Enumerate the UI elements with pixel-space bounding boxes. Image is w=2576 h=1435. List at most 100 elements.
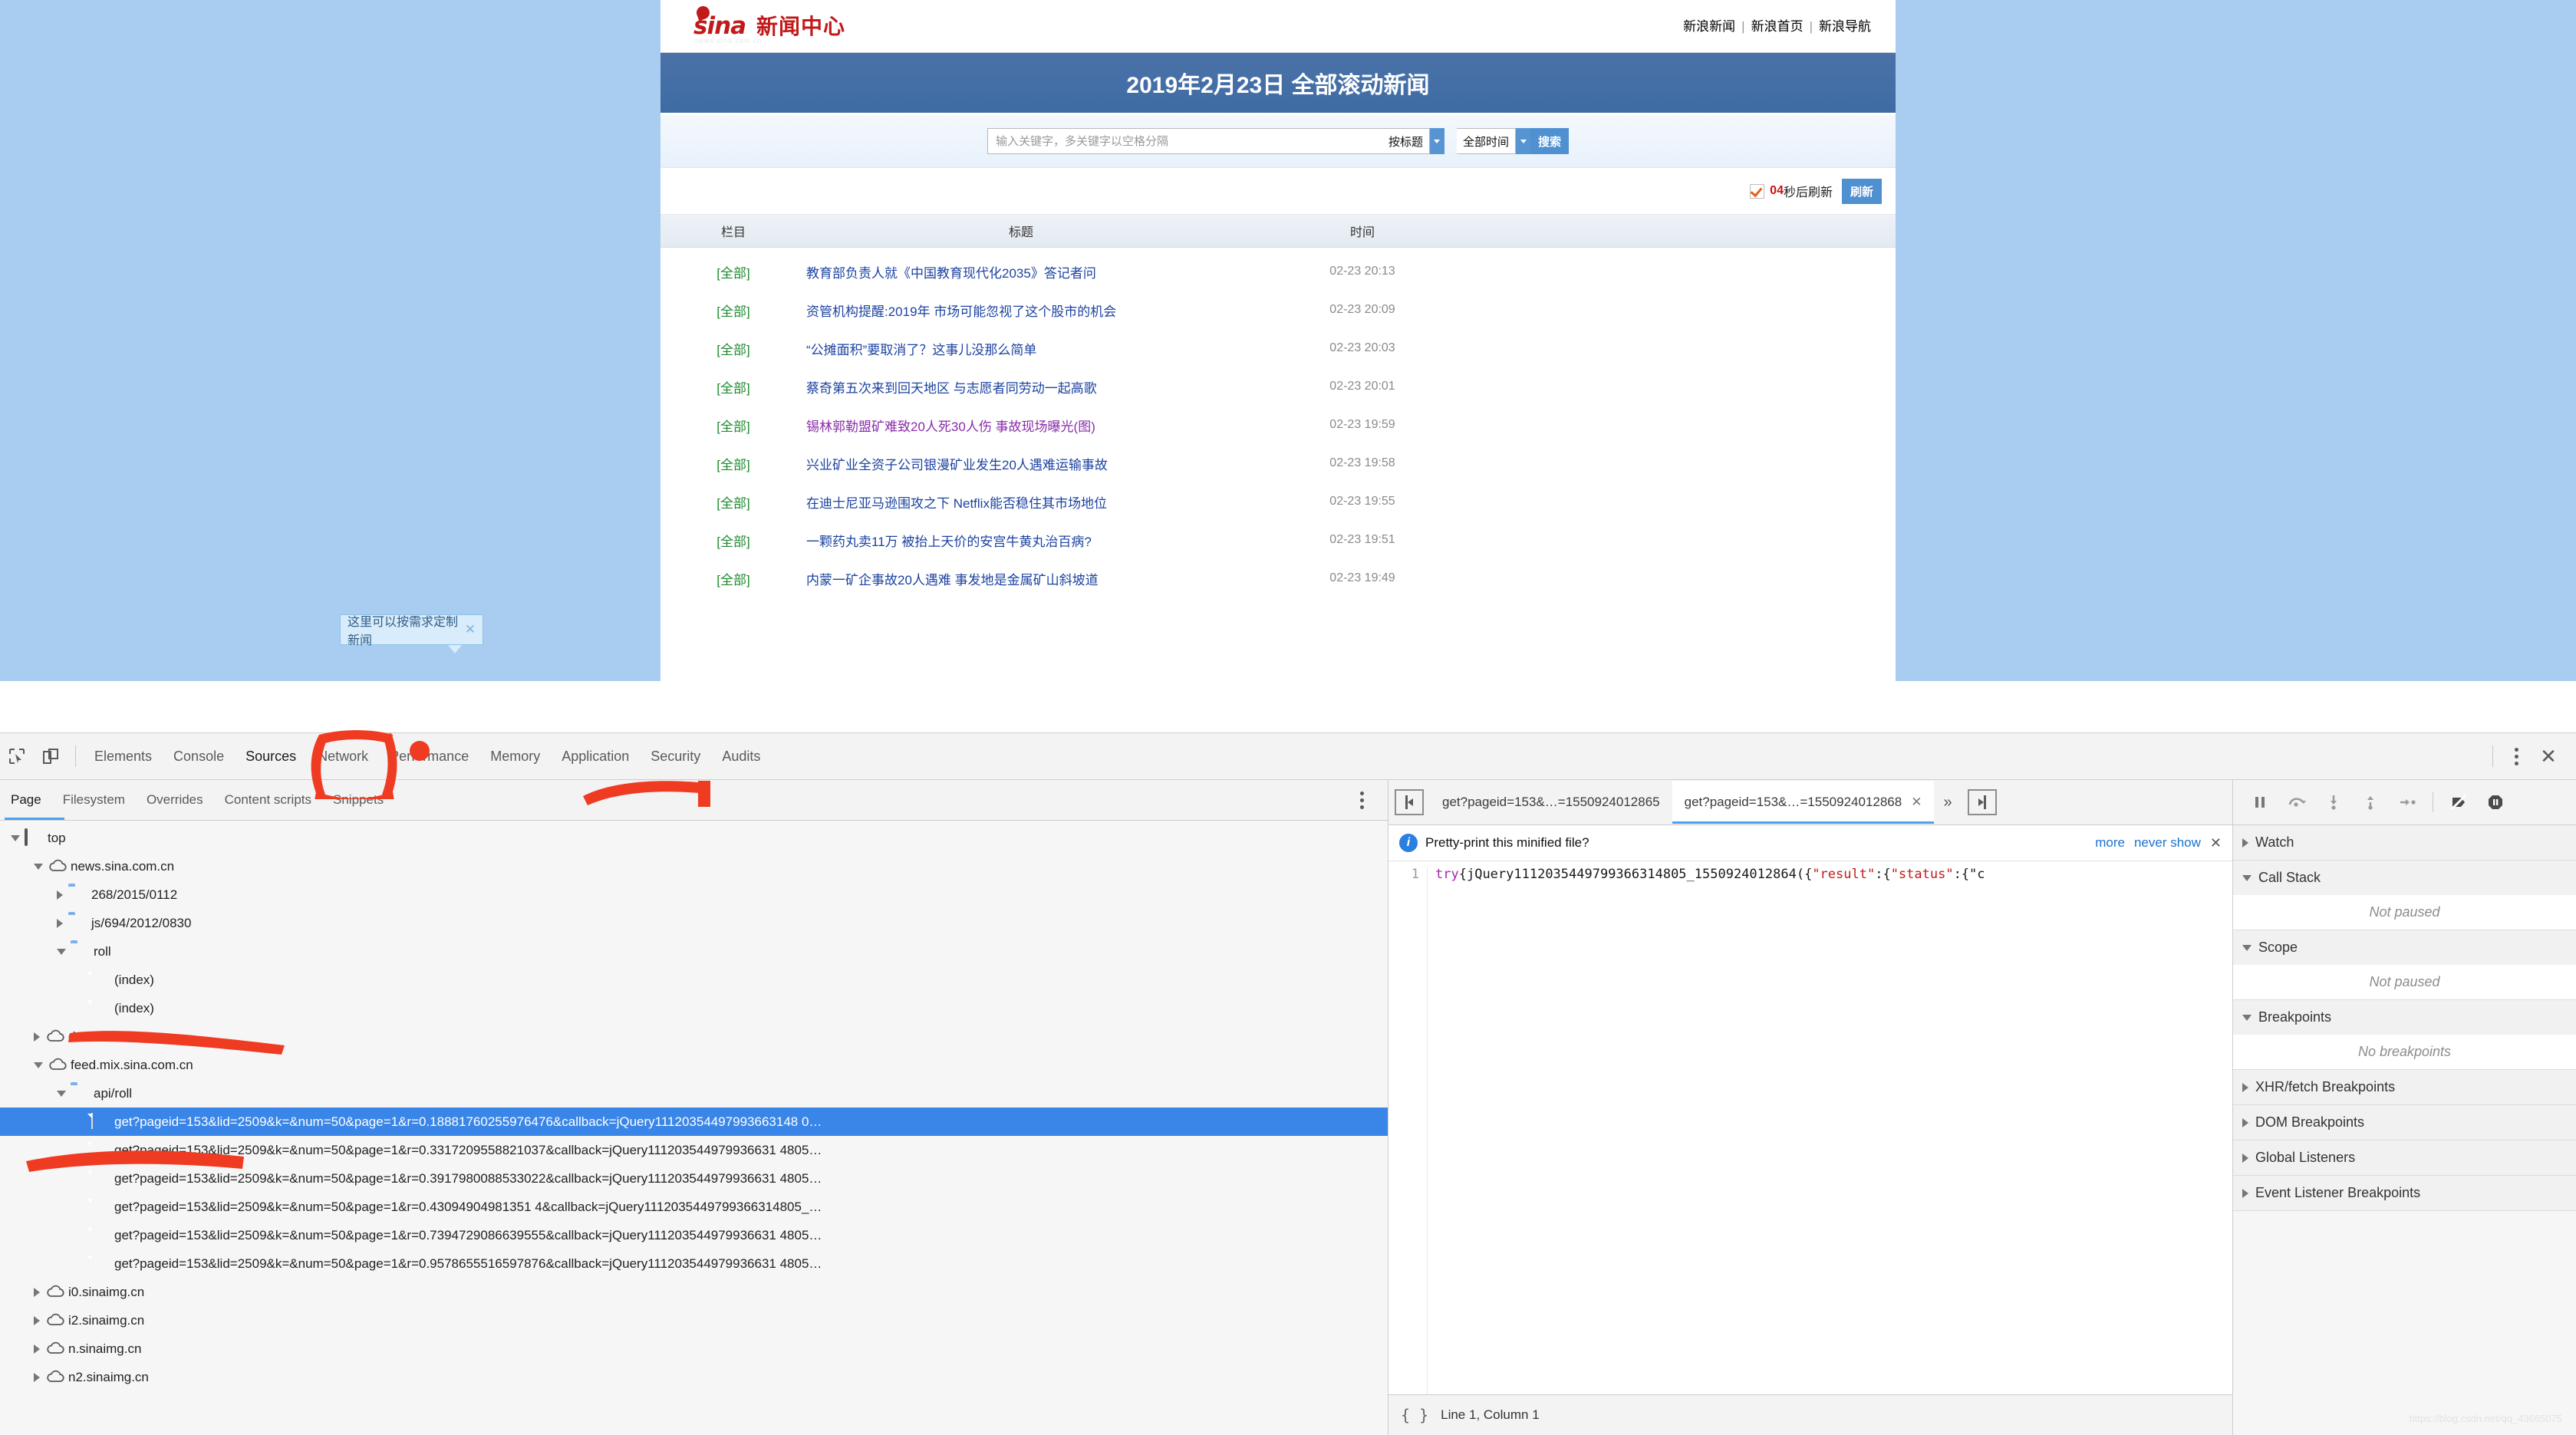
- expand-triangle-icon[interactable]: [34, 1061, 43, 1068]
- expand-triangle-icon[interactable]: [2242, 944, 2252, 951]
- news-title-link[interactable]: 锡林郭勒盟矿难致20人死30人伤 事故现场曝光(图): [806, 416, 1236, 435]
- file-tree-row[interactable]: i0.sinaimg.cn: [0, 1278, 1388, 1306]
- collapse-triangle-icon[interactable]: [2242, 1082, 2248, 1092]
- collapse-triangle-icon[interactable]: [2242, 1153, 2248, 1163]
- debugger-section-header[interactable]: Breakpoints: [2233, 1000, 2576, 1035]
- expand-triangle-icon[interactable]: [11, 834, 20, 841]
- debugger-section-header[interactable]: Event Listener Breakpoints: [2233, 1176, 2576, 1210]
- news-title-link[interactable]: 教育部负责人就《中国教育现代化2035》答记者问: [806, 262, 1236, 281]
- sina-logo[interactable]: sina 新闻中心 news.sina.com.cn: [680, 4, 902, 46]
- file-tree-row[interactable]: roll: [0, 937, 1388, 966]
- search-time-select[interactable]: 全部时间: [1456, 128, 1516, 154]
- debugger-section-header[interactable]: Watch: [2233, 825, 2576, 860]
- news-row[interactable]: [全部] 蔡奇第五次来到回天地区 与志愿者同劳动一起高歌 02-23 20:01: [660, 367, 1896, 406]
- collapse-triangle-icon[interactable]: [34, 1315, 40, 1325]
- editor-tab[interactable]: get?pageid=153&…=1550924012868 ✕: [1672, 781, 1935, 824]
- expand-triangle-icon[interactable]: [57, 1090, 66, 1097]
- collapse-triangle-icon[interactable]: [34, 1344, 40, 1354]
- news-row[interactable]: [全部] 在迪士尼亚马逊围攻之下 Netflix能否稳住其市场地位 02-23 19…: [660, 482, 1896, 521]
- collapse-triangle-icon[interactable]: [2242, 838, 2248, 848]
- nav-link-2[interactable]: 新浪导航: [1816, 19, 1874, 34]
- news-row[interactable]: [全部] 教育部负责人就《中国教育现代化2035》答记者问 02-23 20:13: [660, 252, 1896, 291]
- expand-triangle-icon[interactable]: [2242, 1014, 2252, 1021]
- devtools-tab-audits[interactable]: Audits: [711, 734, 771, 778]
- news-row[interactable]: [全部] 资管机构提醒:2019年 市场可能忽视了这个股市的机会 02-23 20:…: [660, 291, 1896, 329]
- file-tree-row[interactable]: n2.sinaimg.cn: [0, 1363, 1388, 1391]
- auto-refresh-checkbox[interactable]: [1750, 183, 1765, 199]
- navigator-subtab-snippets[interactable]: Snippets: [322, 781, 394, 819]
- devtools-tab-console[interactable]: Console: [163, 734, 235, 778]
- news-row[interactable]: [全部] 一颗药丸卖11万 被抬上天价的安宫牛黄丸治百病? 02-23 19:51: [660, 521, 1896, 559]
- debugger-section-header[interactable]: Call Stack: [2233, 861, 2576, 895]
- inspect-element-icon[interactable]: [0, 739, 34, 773]
- file-tree-row[interactable]: api/roll: [0, 1079, 1388, 1108]
- news-row[interactable]: [全部] 内蒙一矿企事故20人遇难 事发地是金属矿山斜坡道 02-23 19:49: [660, 559, 1896, 597]
- devtools-tab-performance[interactable]: Performance: [379, 734, 479, 778]
- file-tree-row[interactable]: (index): [0, 994, 1388, 1022]
- devtools-tab-application[interactable]: Application: [551, 734, 640, 778]
- file-tree-row[interactable]: get?pageid=153&lid=2509&k=&num=50&page=1…: [0, 1193, 1388, 1221]
- file-tree-row[interactable]: feed.mix.sina.com.cn: [0, 1051, 1388, 1079]
- devtools-tab-memory[interactable]: Memory: [479, 734, 551, 778]
- devtools-tab-elements[interactable]: Elements: [84, 734, 163, 778]
- file-tree-row[interactable]: (index): [0, 966, 1388, 994]
- step-over-icon[interactable]: [2279, 785, 2314, 819]
- editor-tab[interactable]: get?pageid=153&…=1550924012865: [1430, 781, 1672, 824]
- news-row[interactable]: [全部] 兴业矿业全资子公司银漫矿业发生20人遇难运输事故 02-23 19:58: [660, 444, 1896, 482]
- file-tree-row[interactable]: get?pageid=153&lid=2509&k=&num=50&page=1…: [0, 1221, 1388, 1249]
- navigator-subtab-overrides[interactable]: Overrides: [136, 781, 214, 819]
- collapse-triangle-icon[interactable]: [34, 1287, 40, 1297]
- toggle-device-toolbar-icon[interactable]: [34, 739, 68, 773]
- tooltip-close-icon[interactable]: ✕: [465, 622, 476, 637]
- news-title-link[interactable]: “公摊面积”要取消了？这事儿没那么简单: [806, 339, 1236, 358]
- navigator-subtab-page[interactable]: Page: [0, 781, 52, 819]
- expand-triangle-icon[interactable]: [34, 863, 43, 870]
- step-into-icon[interactable]: [2316, 785, 2351, 819]
- nav-link-1[interactable]: 新浪首页: [1748, 19, 1807, 34]
- devtools-tab-network[interactable]: Network: [307, 734, 379, 778]
- devtools-tab-security[interactable]: Security: [640, 734, 711, 778]
- collapse-triangle-icon[interactable]: [34, 1372, 40, 1382]
- file-tree-row[interactable]: get?pageid=153&lid=2509&k=&num=50&page=1…: [0, 1249, 1388, 1278]
- code-viewer[interactable]: 1 try{jQuery1112035449799366314805_15509…: [1388, 861, 2232, 1394]
- file-tree-row[interactable]: top: [0, 824, 1388, 852]
- pretty-print-never-show-link[interactable]: never show: [2134, 835, 2201, 851]
- collapse-triangle-icon[interactable]: [34, 1032, 40, 1042]
- news-title-link[interactable]: 蔡奇第五次来到回天地区 与志愿者同劳动一起高歌: [806, 377, 1236, 397]
- news-row[interactable]: [全部] 锡林郭勒盟矿难致20人死30人伤 事故现场曝光(图) 02-23 19:5…: [660, 406, 1896, 444]
- debugger-section-header[interactable]: Global Listeners: [2233, 1140, 2576, 1175]
- debugger-section-header[interactable]: DOM Breakpoints: [2233, 1105, 2576, 1140]
- file-tree-row[interactable]: d4.sina.com.cn: [0, 1022, 1388, 1051]
- search-time-chevron-down-icon[interactable]: [1516, 128, 1530, 154]
- pretty-print-close-icon[interactable]: ✕: [2210, 835, 2222, 851]
- file-tree-row[interactable]: get?pageid=153&lid=2509&k=&num=50&page=1…: [0, 1108, 1388, 1136]
- news-title-link[interactable]: 内蒙一矿企事故20人遇难 事发地是金属矿山斜坡道: [806, 569, 1236, 588]
- scroll-tabs-right-icon[interactable]: [1967, 789, 1997, 815]
- news-title-link[interactable]: 一颗药丸卖11万 被抬上天价的安宫牛黄丸治百病?: [806, 531, 1236, 550]
- news-row[interactable]: [全部] “公摊面积”要取消了？这事儿没那么简单 02-23 20:03: [660, 329, 1896, 367]
- editor-tab-close-icon[interactable]: ✕: [1911, 795, 1922, 810]
- file-tree-row[interactable]: js/694/2012/0830: [0, 909, 1388, 937]
- collapse-triangle-icon[interactable]: [57, 918, 63, 928]
- expand-triangle-icon[interactable]: [57, 948, 66, 955]
- file-tree-row[interactable]: get?pageid=153&lid=2509&k=&num=50&page=1…: [0, 1136, 1388, 1164]
- news-title-link[interactable]: 资管机构提醒:2019年 市场可能忽视了这个股市的机会: [806, 301, 1236, 320]
- navigator-more-options-icon[interactable]: [1346, 785, 1377, 815]
- editor-tabs-overflow-icon[interactable]: »: [1934, 794, 1961, 811]
- collapse-triangle-icon[interactable]: [2242, 1117, 2248, 1127]
- file-tree-row[interactable]: n.sinaimg.cn: [0, 1335, 1388, 1363]
- pretty-print-more-link[interactable]: more: [2095, 835, 2125, 851]
- collapse-triangle-icon[interactable]: [57, 890, 63, 900]
- pause-on-exceptions-icon[interactable]: [2478, 785, 2513, 819]
- close-devtools-icon[interactable]: ✕: [2532, 739, 2565, 773]
- expand-triangle-icon[interactable]: [2242, 874, 2252, 881]
- news-title-link[interactable]: 兴业矿业全资子公司银漫矿业发生20人遇难运输事故: [806, 454, 1236, 473]
- navigator-subtab-filesystem[interactable]: Filesystem: [52, 781, 136, 819]
- step-out-icon[interactable]: [2353, 785, 2388, 819]
- pause-script-execution-icon[interactable]: [2242, 785, 2278, 819]
- file-tree-row[interactable]: 268/2015/0112: [0, 880, 1388, 909]
- navigator-subtab-content-scripts[interactable]: Content scripts: [214, 781, 322, 819]
- search-button[interactable]: 搜索: [1530, 128, 1570, 154]
- more-options-icon[interactable]: [2501, 741, 2532, 772]
- format-braces-icon[interactable]: { }: [1401, 1406, 1428, 1424]
